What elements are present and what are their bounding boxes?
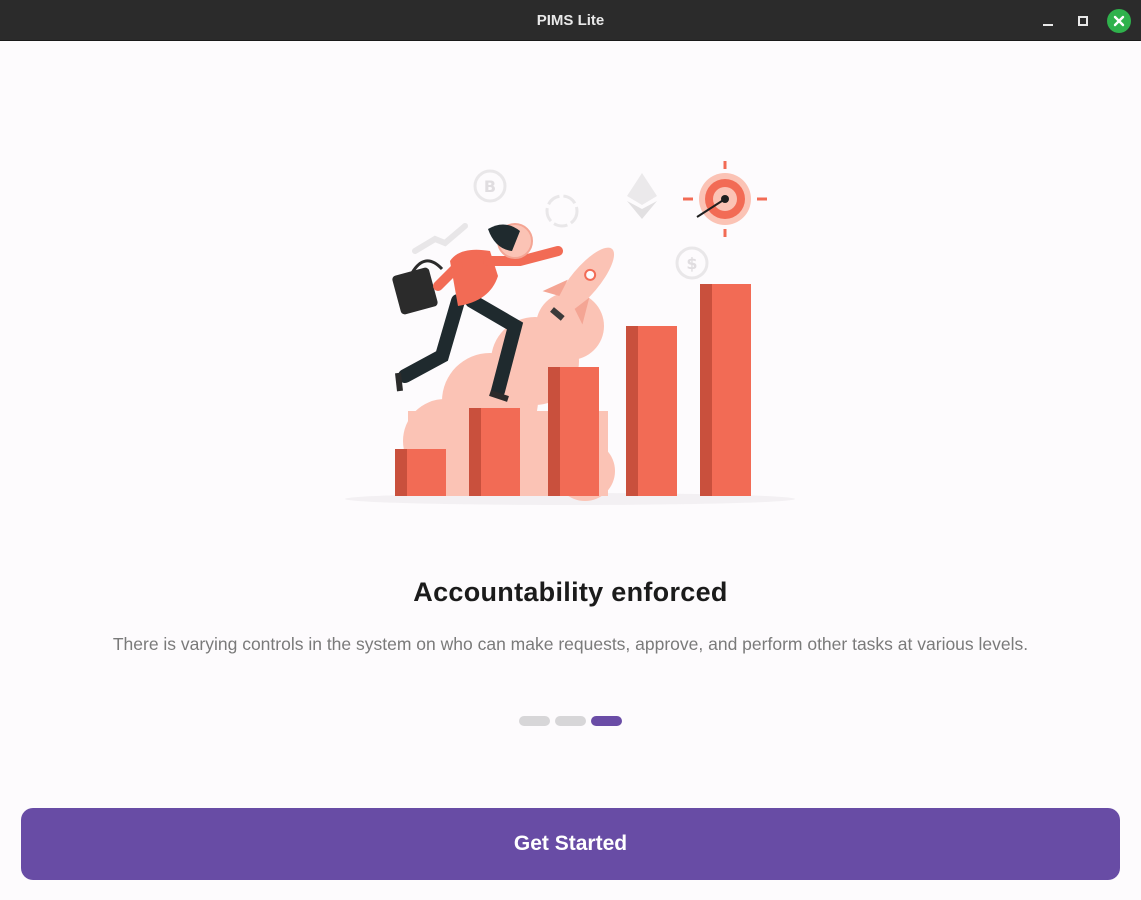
carousel-pagination	[519, 716, 623, 726]
onboarding-heading: Accountability enforced	[413, 577, 728, 607]
onboarding-illustration: B $	[345, 161, 795, 505]
get-started-button[interactable]: Get Started	[21, 808, 1120, 880]
title-bar: PIMS Lite	[0, 0, 1141, 41]
pagination-dot-1[interactable]	[519, 716, 550, 726]
maximize-icon[interactable]	[1072, 10, 1094, 32]
close-icon[interactable]	[1107, 9, 1131, 33]
svg-text:B: B	[484, 177, 496, 196]
pagination-dot-3-active[interactable]	[591, 716, 622, 726]
onboarding-description: There is varying controls in the system …	[112, 634, 1029, 654]
svg-text:$: $	[686, 254, 697, 273]
minimize-icon[interactable]	[1037, 10, 1059, 32]
onboarding-screen: B $ Accountability enforced There is var…	[0, 41, 1141, 900]
window-title: PIMS Lite	[536, 12, 605, 29]
pagination-dot-2[interactable]	[555, 716, 586, 726]
